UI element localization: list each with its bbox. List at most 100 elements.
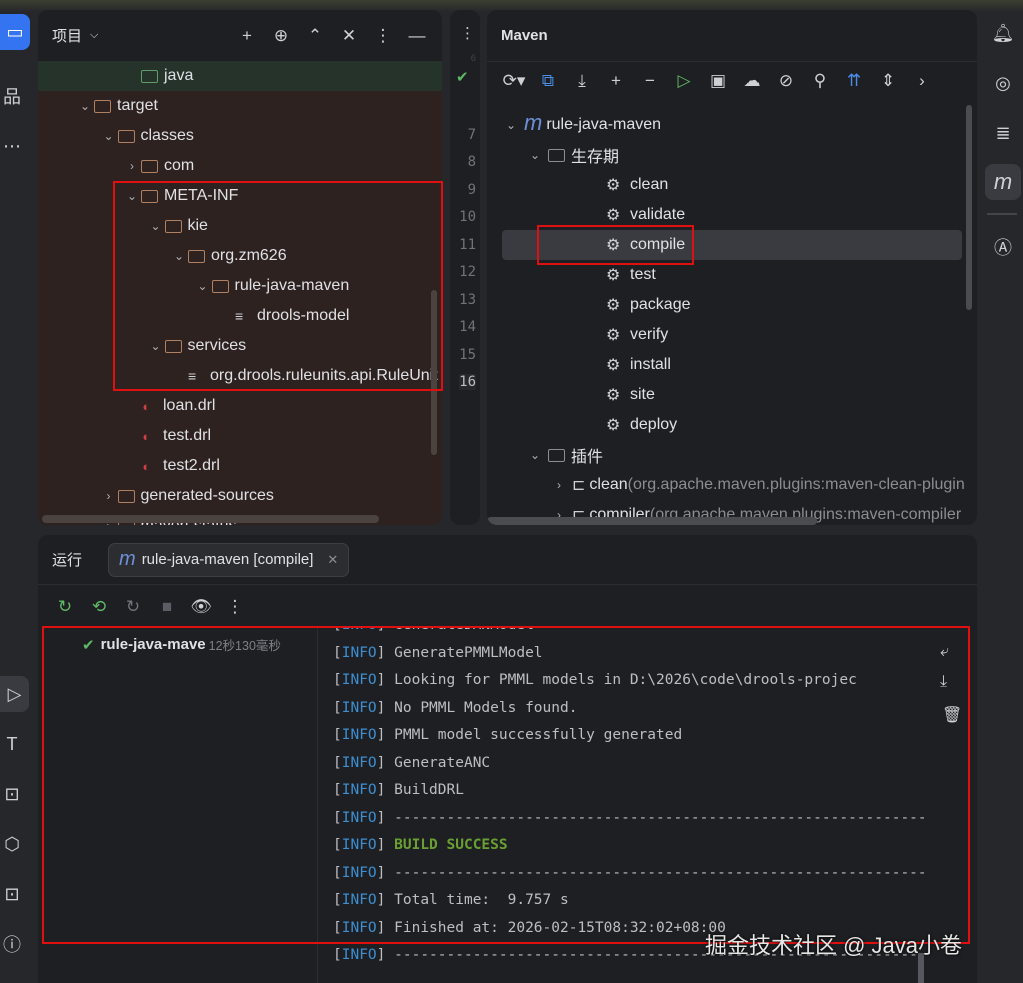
chevron-down-icon[interactable]: ⌄ <box>194 279 212 293</box>
maven-item-clean[interactable]: ⚙ clean <box>487 170 977 200</box>
scroll-to-end-icon[interactable]: ⤓ <box>940 673 947 691</box>
show-dependencies-icon[interactable]: ⇈ <box>837 71 871 91</box>
tree-item-org-drools-ruleunits-api-ruleunit[interactable]: ≡ org.drools.ruleunits.api.RuleUnit <box>38 361 442 391</box>
chevron-down-icon[interactable]: ⌄ <box>76 99 94 113</box>
folder-icon <box>117 129 135 143</box>
offline-mode-icon[interactable]: ☁ <box>735 71 769 91</box>
maven-item-package[interactable]: ⚙ package <box>487 290 977 320</box>
rerun-failed-icon[interactable]: ⟲ <box>82 597 116 617</box>
tree-item-drools-model[interactable]: ≡ drools-model <box>38 301 442 331</box>
tree-item-target[interactable]: ⌄ target <box>38 91 442 121</box>
structure-icon[interactable]: 品 <box>0 82 24 110</box>
chevron-down-icon[interactable]: ⌄ <box>526 448 544 462</box>
horizontal-scrollbar[interactable] <box>487 517 817 525</box>
soft-wrap-icon[interactable]: ⤶ <box>940 643 949 661</box>
documentation-book-icon[interactable]: Ⓐ <box>988 232 1018 262</box>
maven-item-deploy[interactable]: ⚙ deploy <box>487 410 977 440</box>
maven-item-site[interactable]: ⚙ site <box>487 380 977 410</box>
maven-item-item[interactable]: ⌄ 生存期 <box>487 140 977 170</box>
line-number: 16 <box>459 374 476 390</box>
terminal-icon-2[interactable]: ⊡ <box>0 880 24 908</box>
tree-item-services[interactable]: ⌄ services <box>38 331 442 361</box>
maven-item-item[interactable]: ⌄ 插件 <box>487 440 977 470</box>
collapse-all-icon[interactable]: ✕ <box>332 26 366 46</box>
chevron-down-icon[interactable]: ⌄ <box>147 339 165 353</box>
chevron-right-icon[interactable]: › <box>123 159 141 173</box>
chevron-down-icon[interactable]: ⌄ <box>526 148 544 162</box>
maven-item-install[interactable]: ⚙ install <box>487 350 977 380</box>
maven-item-clean[interactable]: › ⊏ clean (org.apache.maven.plugins:maven-… <box>487 470 977 500</box>
tree-item-meta-inf[interactable]: ⌄ META-INF <box>38 181 442 211</box>
project-folder-icon[interactable]: ▭ <box>0 14 30 50</box>
add-icon[interactable]: + <box>230 26 264 46</box>
build-hammer-icon[interactable]: T <box>0 730 24 758</box>
tree-item-label: org.drools.ruleunits.api.RuleUnit <box>210 367 438 384</box>
tree-item-com[interactable]: › com <box>38 151 442 181</box>
tree-item-java[interactable]: java <box>38 61 442 91</box>
minimize-icon[interactable]: — <box>400 26 434 46</box>
more-chevron-icon[interactable]: › <box>905 71 939 91</box>
close-icon[interactable]: ✕ <box>327 552 338 568</box>
database-icon[interactable]: ≣ <box>988 118 1018 148</box>
services-icon[interactable]: ⬡ <box>0 830 24 858</box>
log-text: BUILD SUCCESS <box>394 837 508 853</box>
tree-item-org-zm626[interactable]: ⌄ org.zm626 <box>38 241 442 271</box>
tree-item-generated-sources[interactable]: › generated-sources <box>38 481 442 511</box>
download-icon[interactable]: ⤓ <box>565 71 599 91</box>
maven-m-icon[interactable]: m <box>985 164 1021 200</box>
run-configuration-icon[interactable]: ▣ <box>701 71 735 91</box>
maven-item-validate[interactable]: ⚙ validate <box>487 200 977 230</box>
chevron-right-icon[interactable]: › <box>550 478 568 492</box>
horizontal-scrollbar[interactable] <box>42 515 379 523</box>
notifications-bell-icon[interactable]: 🔔︎ <box>988 18 1018 48</box>
tree-item-loan-drl[interactable]: ◖ loan.drl <box>38 391 442 421</box>
stop-icon[interactable]: ■ <box>150 597 184 617</box>
vertical-scrollbar[interactable] <box>966 105 972 310</box>
skip-tests-icon[interactable]: ⊘ <box>769 71 803 91</box>
generate-sources-icon[interactable]: ⧉ <box>531 71 565 91</box>
maven-item-rule-java-maven[interactable]: ⌄ m rule-java-maven <box>487 110 977 140</box>
more-options-icon[interactable]: ⋮ <box>366 26 400 46</box>
analyze-dependencies-icon[interactable]: ⚲ <box>803 71 837 91</box>
chevron-down-icon[interactable]: ⌄ <box>170 249 188 263</box>
view-eye-icon[interactable]: 👁︎ <box>184 597 218 617</box>
vertical-scrollbar[interactable] <box>431 290 437 455</box>
tree-item-kie[interactable]: ⌄ kie <box>38 211 442 241</box>
run-icon[interactable]: ▷ <box>0 676 29 712</box>
remove-icon[interactable]: − <box>633 71 667 91</box>
tab-run-config[interactable]: m rule-java-maven [compile] ✕ <box>108 542 350 577</box>
more-options-icon[interactable]: ⋮ <box>460 24 475 42</box>
problems-icon[interactable]: ⓘ <box>0 930 24 958</box>
tree-item-test2-drl[interactable]: ◖ test2.drl <box>38 451 442 481</box>
project-title[interactable]: 项目 <box>52 25 82 46</box>
maven-item-compile[interactable]: ⚙ compile <box>502 230 962 260</box>
folder-icon <box>141 189 158 203</box>
more-tools-icon[interactable]: ⋯ <box>0 134 24 158</box>
chevron-down-icon[interactable]: ⌄ <box>502 118 520 132</box>
maven-item-verify[interactable]: ⚙ verify <box>487 320 977 350</box>
add-icon[interactable]: + <box>599 71 633 91</box>
expand-collapse-icon[interactable]: ⇕ <box>871 71 905 91</box>
ai-chat-icon[interactable]: ◎ <box>988 68 1018 98</box>
terminal-icon[interactable]: ⊡ <box>0 780 24 808</box>
chevron-down-icon[interactable]: ⌄ <box>100 129 118 143</box>
tree-item-test-drl[interactable]: ◖ test.drl <box>38 421 442 451</box>
console-line: [INFO] GeneratePMMLModel <box>333 644 543 661</box>
chevron-right-icon[interactable]: › <box>100 489 118 503</box>
log-text: Total time: 9.757 s <box>394 892 569 908</box>
clear-trash-icon[interactable]: 🗑︎ <box>942 705 962 725</box>
rerun-icon[interactable]: ↻ <box>48 597 82 617</box>
maven-item-test[interactable]: ⚙ test <box>487 260 977 290</box>
run-tree-node[interactable]: ✔ rule-java-mave 12秒130毫秒 <box>82 635 281 654</box>
reload-icon[interactable]: ⟳▾ <box>497 71 531 91</box>
tree-item-rule-java-maven[interactable]: ⌄ rule-java-maven <box>38 271 442 301</box>
run-icon[interactable]: ▷ <box>667 71 701 91</box>
rerun-debug-icon[interactable]: ↻ <box>116 597 150 617</box>
chevron-down-icon[interactable]: ⌵ <box>90 29 98 42</box>
tree-item-classes[interactable]: ⌄ classes <box>38 121 442 151</box>
expand-all-icon[interactable]: ⌃ <box>298 26 332 46</box>
chevron-down-icon[interactable]: ⌄ <box>147 219 165 233</box>
locate-target-icon[interactable]: ⊕ <box>264 26 298 46</box>
more-options-icon[interactable]: ⋮ <box>218 597 252 617</box>
chevron-down-icon[interactable]: ⌄ <box>123 189 141 203</box>
